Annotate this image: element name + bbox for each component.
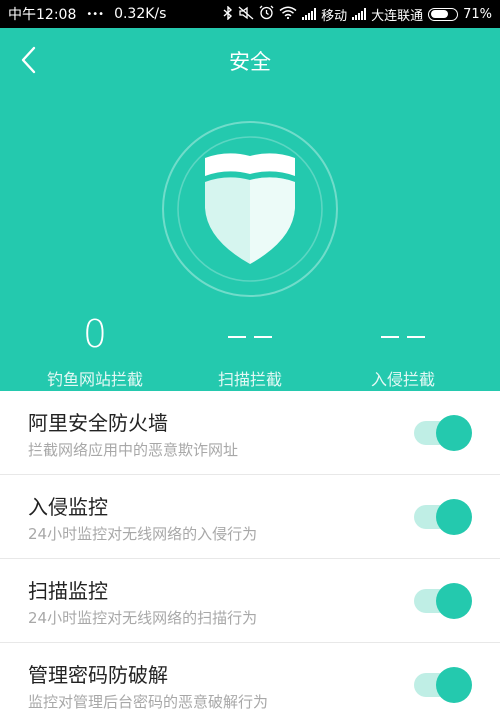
setting-title: 入侵监控 xyxy=(28,495,108,519)
setting-description: 监控对管理后台密码的恶意破解行为 xyxy=(28,693,269,711)
stat-scan: 扫描拦截 xyxy=(170,310,330,390)
stat-intrusion: 入侵拦截 xyxy=(323,310,483,390)
intrusion-monitor-toggle[interactable] xyxy=(414,499,472,535)
shield-emblem xyxy=(159,118,341,300)
firewall-toggle[interactable] xyxy=(414,415,472,451)
wifi-icon xyxy=(279,6,297,22)
setting-title: 管理密码防破解 xyxy=(28,663,168,687)
battery-percent: 71% xyxy=(463,6,492,22)
scan-monitor-toggle[interactable] xyxy=(414,583,472,619)
setting-description: 24小时监控对无线网络的扫描行为 xyxy=(28,609,258,627)
mute-icon xyxy=(238,6,254,23)
status-time: 中午12:08 xyxy=(8,7,77,23)
setting-intrusion-monitor: 入侵监控 24小时监控对无线网络的入侵行为 xyxy=(0,475,500,559)
bluetooth-icon xyxy=(223,4,233,23)
stat-phishing-label: 钓鱼网站拦截 xyxy=(46,370,143,389)
setting-password-protect: 管理密码防破解 监控对管理后台密码的恶意破解行为 xyxy=(0,643,500,711)
status-dots: ••• xyxy=(86,8,105,20)
signal-icon xyxy=(302,8,317,20)
signal-icon-2 xyxy=(352,8,367,20)
alarm-icon xyxy=(259,5,274,23)
setting-firewall: 阿里安全防火墙 拦截网络应用中的恶意欺诈网址 xyxy=(0,391,500,475)
carrier-1: 移动 xyxy=(321,8,348,24)
battery-icon xyxy=(428,7,459,21)
stat-phishing-value: 0 xyxy=(82,312,108,356)
stat-phishing: 0 钓鱼网站拦截 xyxy=(15,310,175,390)
stats-row: 0 钓鱼网站拦截 扫描拦截 入侵拦截 xyxy=(0,310,500,389)
setting-description: 拦截网络应用中的恶意欺诈网址 xyxy=(28,441,239,459)
security-header: 安全 0 钓鱼网站拦截 扫描拦截 入侵拦截 xyxy=(0,28,500,391)
page-title: 安全 xyxy=(229,50,271,74)
stat-scan-value xyxy=(170,310,330,358)
setting-title: 阿里安全防火墙 xyxy=(28,411,168,435)
shield-icon xyxy=(205,153,295,264)
stat-intrusion-label: 入侵拦截 xyxy=(370,370,435,389)
setting-description: 24小时监控对无线网络的入侵行为 xyxy=(28,525,258,543)
carrier-2: 大连联通 xyxy=(371,8,424,24)
password-protect-toggle[interactable] xyxy=(414,667,472,703)
setting-title: 扫描监控 xyxy=(28,579,108,603)
battery-fill xyxy=(430,10,449,18)
stat-scan-label: 扫描拦截 xyxy=(217,370,282,389)
stat-intrusion-value xyxy=(323,310,483,358)
status-bar: 中午12:08 ••• 0.32K/s 移动 大连联通 71% xyxy=(0,0,500,28)
security-settings-list: 阿里安全防火墙 拦截网络应用中的恶意欺诈网址 入侵监控 24小时监控对无线网络的… xyxy=(0,391,500,711)
status-speed: 0.32K/s xyxy=(114,6,167,22)
setting-scan-monitor: 扫描监控 24小时监控对无线网络的扫描行为 xyxy=(0,559,500,643)
